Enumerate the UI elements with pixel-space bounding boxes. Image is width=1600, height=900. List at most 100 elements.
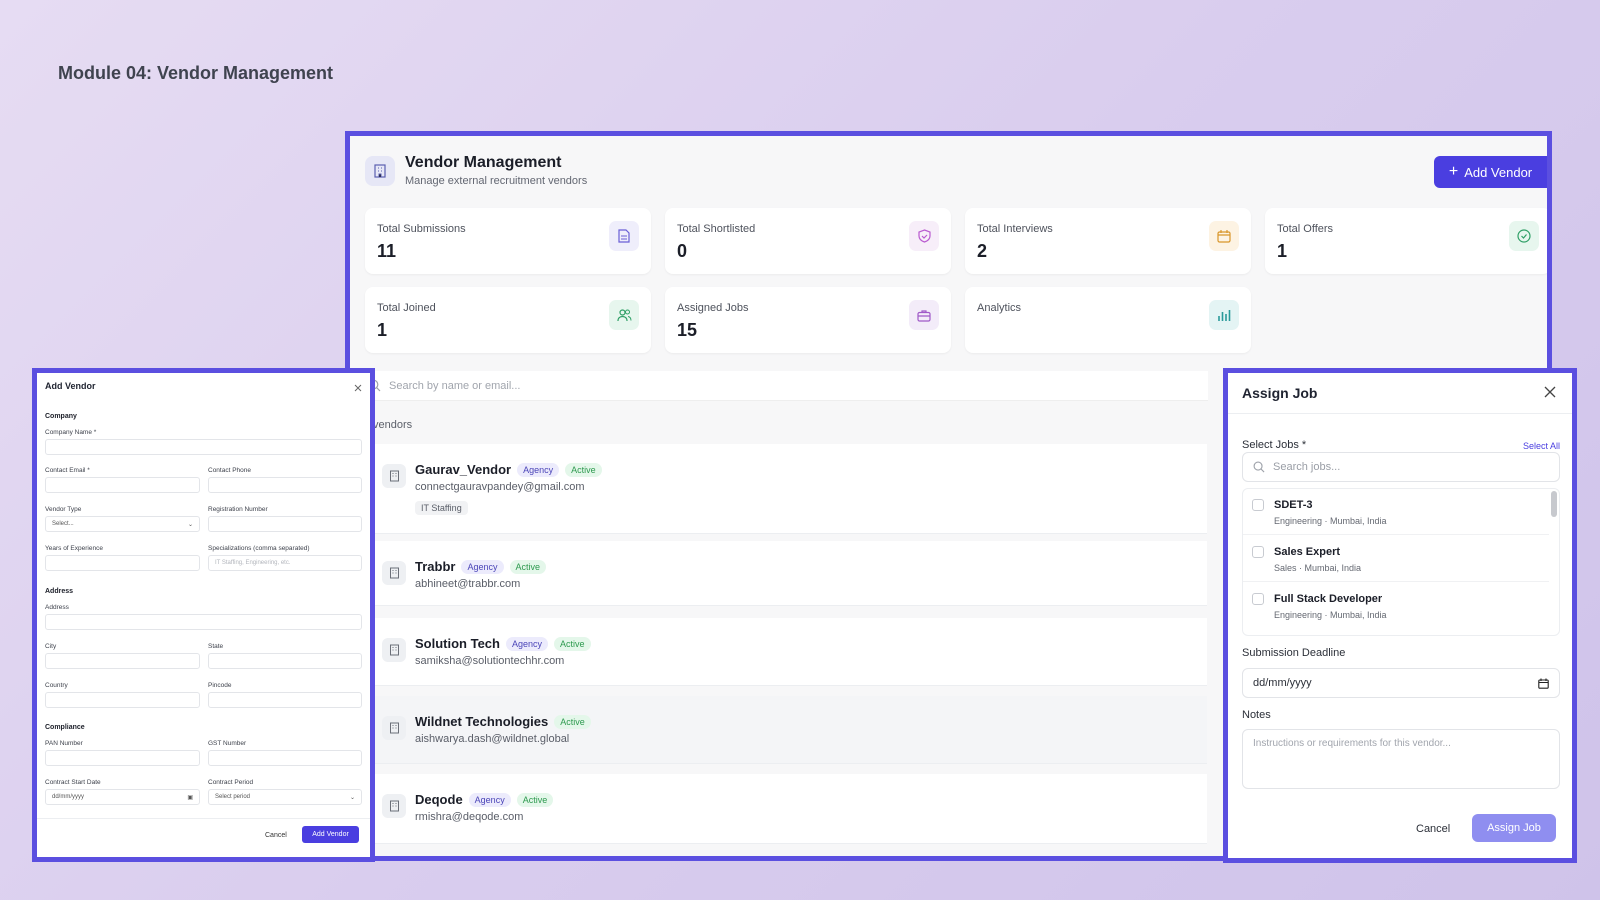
field-label: Contract Period <box>208 779 254 786</box>
field-label: GST Number <box>208 740 247 747</box>
status-badge: Active <box>509 559 547 574</box>
chevron-down-icon: ⌄ <box>349 794 355 801</box>
field-label: City <box>45 643 57 650</box>
contact-email-input[interactable] <box>45 477 200 493</box>
submission-deadline-input[interactable]: dd/mm/yyyy <box>1242 668 1560 698</box>
search-icon <box>1253 461 1265 473</box>
select-value: Select... <box>52 521 74 527</box>
specializations-input[interactable]: IT Staffing, Engineering, etc. <box>208 555 362 571</box>
vendor-row[interactable]: Solution Tech Agency Active samiksha@solut… <box>372 618 1207 686</box>
close-icon[interactable] <box>1544 385 1556 403</box>
vendor-row[interactable]: Gaurav_Vendor Agency Active connectgauravp… <box>372 444 1207 534</box>
vendor-name[interactable]: Trabbr <box>415 559 455 574</box>
field-label: PAN Number <box>45 740 83 747</box>
job-meta: Sales · Mumbai, India <box>1274 563 1362 573</box>
add-vendor-button-label: Add Vendor <box>1464 164 1533 180</box>
job-item[interactable]: Full Stack Developer Engineering · Mumba… <box>1243 583 1549 629</box>
pincode-input[interactable] <box>208 692 362 708</box>
address-input[interactable] <box>45 614 362 630</box>
field-label: Address <box>45 604 69 611</box>
vendor-search-input[interactable]: Search by name or email... <box>368 371 1208 401</box>
cancel-button[interactable]: Cancel <box>265 832 287 839</box>
status-badge: Active <box>565 462 602 477</box>
close-icon[interactable] <box>354 379 362 397</box>
vendor-name[interactable]: Wildnet Technologies <box>415 714 548 729</box>
vendor-email: rmishra@deqode.com <box>415 811 524 823</box>
stat-value: 1 <box>377 320 388 340</box>
stat-card-total-submissions: Total Submissions 11 <box>365 208 651 274</box>
job-checkbox[interactable] <box>1252 593 1264 605</box>
stat-card-total-joined: Total Joined 1 <box>365 287 651 353</box>
vendor-row[interactable]: Deqode Agency Active rmishra@deqode.com <box>372 774 1207 844</box>
contract-period-select[interactable]: Select period ⌄ <box>208 789 362 805</box>
field-label: Company Name * <box>45 429 97 436</box>
contact-phone-input[interactable] <box>208 477 362 493</box>
vendor-type-select[interactable]: Select... ⌄ <box>45 516 200 532</box>
notes-label: Notes <box>1242 709 1271 721</box>
field-label: Years of Experience <box>45 545 103 552</box>
chevron-down-icon: ⌄ <box>187 521 193 528</box>
building-icon <box>382 716 406 740</box>
assign-job-button[interactable]: Assign Job <box>1472 814 1556 842</box>
status-badge: Active <box>516 792 554 807</box>
state-input[interactable] <box>208 653 362 669</box>
vendor-row[interactable]: Trabbr Agency Active abhineet@trabbr.com <box>372 541 1207 606</box>
modal-title: Add Vendor <box>45 381 96 391</box>
section-company: Company <box>45 413 77 420</box>
vendor-email: abhineet@trabbr.com <box>415 578 521 590</box>
field-label: Vendor Type <box>45 506 82 513</box>
modal-title: Assign Job <box>1242 385 1318 401</box>
check-circle-icon <box>1509 221 1539 251</box>
job-meta: Engineering · Mumbai, India <box>1274 610 1387 620</box>
vendor-name[interactable]: Deqode <box>415 792 463 807</box>
stat-value: 2 <box>977 241 988 261</box>
calendar-icon <box>1209 221 1239 251</box>
pan-input[interactable] <box>45 750 200 766</box>
status-badge: Active <box>554 714 591 729</box>
notes-textarea[interactable]: Instructions or requirements for this ve… <box>1242 729 1560 789</box>
job-list[interactable]: SDET-3 Engineering · Mumbai, India Sales… <box>1242 488 1560 636</box>
add-vendor-modal: Add Vendor Company Company Name * Contac… <box>32 368 375 862</box>
years-experience-input[interactable] <box>45 555 200 571</box>
vendor-type-badge: Agency <box>517 462 560 477</box>
stat-label: Total Submissions <box>377 223 466 235</box>
stat-card-analytics[interactable]: Analytics <box>965 287 1251 353</box>
section-address: Address <box>45 588 74 595</box>
country-input[interactable] <box>45 692 200 708</box>
city-input[interactable] <box>45 653 200 669</box>
stat-value: 0 <box>677 241 688 261</box>
registration-number-input[interactable] <box>208 516 362 532</box>
stat-card-total-offers: Total Offers 1 <box>1265 208 1547 274</box>
stat-label: Total Interviews <box>977 223 1053 235</box>
job-search-input[interactable]: Search jobs... <box>1242 452 1560 482</box>
gst-input[interactable] <box>208 750 362 766</box>
calendar-icon <box>1538 678 1549 689</box>
status-badge: Active <box>554 636 591 651</box>
job-item[interactable]: Sales Expert Sales · Mumbai, India <box>1243 536 1549 582</box>
field-label: Registration Number <box>208 506 268 513</box>
vendor-row[interactable]: Wildnet Technologies Active aishwarya.das… <box>372 696 1207 764</box>
building-icon <box>382 464 406 488</box>
job-item[interactable]: SDET-3 Engineering · Mumbai, India <box>1243 489 1549 535</box>
job-checkbox[interactable] <box>1252 499 1264 511</box>
select-all-link[interactable]: Select All <box>1523 441 1560 451</box>
module-title: Module 04: Vendor Management <box>58 63 334 83</box>
vendor-type-badge: Agency <box>468 792 511 807</box>
add-vendor-submit-button[interactable]: Add Vendor <box>302 826 359 843</box>
add-vendor-button[interactable]: + Add Vendor <box>1434 156 1547 188</box>
scrollbar[interactable] <box>1551 491 1557 517</box>
date-value: dd/mm/yyyy <box>1253 677 1312 689</box>
calendar-icon: ▣ <box>187 794 193 801</box>
vendor-email: connectgauravpandey@gmail.com <box>415 481 585 493</box>
company-name-input[interactable] <box>45 439 362 455</box>
page-subtitle: Manage external recruitment vendors <box>405 175 588 187</box>
document-icon <box>609 221 639 251</box>
notes-placeholder: Instructions or requirements for this ve… <box>1253 738 1451 749</box>
cancel-button[interactable]: Cancel <box>1416 823 1450 835</box>
vendor-name[interactable]: Gaurav_Vendor <box>415 462 511 477</box>
select-jobs-label: Select Jobs * <box>1242 439 1307 451</box>
vendor-name[interactable]: Solution Tech <box>415 636 500 651</box>
job-checkbox[interactable] <box>1252 546 1264 558</box>
input-placeholder: IT Staffing, Engineering, etc. <box>215 560 291 566</box>
contract-start-date-input[interactable]: dd/mm/yyyy ▣ <box>45 789 200 805</box>
